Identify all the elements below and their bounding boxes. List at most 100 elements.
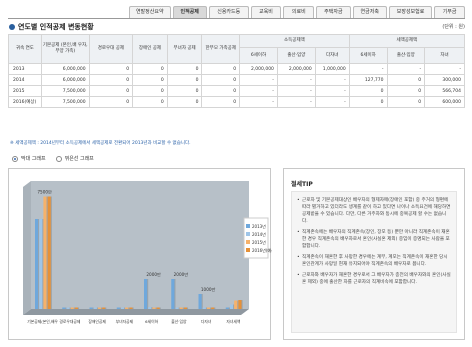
legend-label: 2014년 <box>252 231 266 237</box>
table-cell: - <box>276 85 316 97</box>
header-single-parent: 한부모 가족공제 <box>201 34 241 64</box>
bar-shade <box>201 294 203 309</box>
bar <box>198 294 202 309</box>
deduction-table: 귀속 연도 기본공제 (본인,배 우자,부양 가족) 경로우대 공제 장애인 공… <box>8 34 466 108</box>
bar <box>156 307 160 309</box>
bar-shade <box>147 279 149 309</box>
table-cell: 0 <box>166 74 203 86</box>
tab-housing-fund[interactable]: 주택자금 <box>316 6 351 18</box>
bar-shade <box>124 307 126 309</box>
table-cell: 0 <box>201 85 241 97</box>
header-birth: 출산·입양 <box>276 47 316 64</box>
x-tick-label: 기본공제(본인,배우 <box>27 319 58 324</box>
bar <box>238 300 242 309</box>
table-row: 2016(예상) 7,500,000 0 0 0 0- - -0 0 600,000 <box>8 96 465 108</box>
legend-label: 2016년(예상) <box>252 247 272 253</box>
tab-donation[interactable]: 기부금 <box>434 6 465 18</box>
tab-divider <box>8 18 465 19</box>
line-chart-label: 꺾은선 그래프 <box>64 156 94 162</box>
bar-shade <box>132 307 134 309</box>
table-cell: 0 <box>386 96 426 108</box>
table-cell: 0 <box>201 74 241 86</box>
header-child-tax: 자녀 <box>424 47 465 64</box>
tab-education[interactable]: 교육비 <box>250 6 282 18</box>
table-row: 2015 7,500,000 0 0 0 0- - -0 0 566,704 <box>8 85 465 97</box>
table-cell: 127,770 <box>348 74 388 86</box>
bar-shade <box>214 307 216 309</box>
bar <box>202 307 206 309</box>
bar-shade <box>38 219 40 309</box>
radio-unselected-icon[interactable] <box>55 155 62 162</box>
header-disabled: 장애인 공제 <box>132 34 168 64</box>
data-label: 2000만 <box>174 271 189 277</box>
bar-shade <box>210 307 212 309</box>
legend-swatch <box>246 240 250 244</box>
tip-content: 근로자 및 기본공제대상인 배우자의 형제자매(장애인 포함) 중 주거의 형편… <box>291 191 457 333</box>
legend-swatch <box>246 232 250 236</box>
table-cell: 0 <box>201 63 241 75</box>
table-cell: 2014 <box>8 74 42 86</box>
bar-shade <box>159 307 161 309</box>
table-cell: 0 <box>88 74 134 86</box>
table-cell: - <box>314 74 350 86</box>
bar-shade <box>105 307 107 309</box>
section-header: 연도별 인적공제 변동현황 (단위 : 원) <box>9 21 465 33</box>
bar-shade <box>178 307 180 309</box>
category-tabs: 연말정산요약 인적공제 신용카드등 교육비 의료비 주택자금 연금저축 보장성보… <box>129 6 465 18</box>
table-cell: 7,500,000 <box>40 85 90 97</box>
legend-swatch <box>246 248 250 252</box>
tab-year-end-summary[interactable]: 연말정산요약 <box>129 6 171 18</box>
bar-shade <box>101 307 103 309</box>
bar <box>225 307 229 309</box>
table-cell: 2,000,000 <box>276 63 316 75</box>
line-chart-radio[interactable]: 꺾은선 그래프 <box>55 155 94 162</box>
bar-chart-radio[interactable]: 막대 그래프 <box>12 155 46 162</box>
bar-shade <box>78 307 80 309</box>
tab-medical[interactable]: 의료비 <box>283 6 315 18</box>
bar <box>39 219 43 309</box>
tab-pension-savings[interactable]: 연금저축 <box>352 6 387 18</box>
table-cell: 0 <box>88 96 134 108</box>
tab-credit-card[interactable]: 신용카드등 <box>208 6 249 18</box>
table-cell: - <box>314 85 350 97</box>
table-note: ※ 세액공제액 : 2014년부터 소득공제에서 세액공제로 전환되어 2013… <box>10 141 191 146</box>
bar <box>206 307 211 309</box>
table-cell: 566,704 <box>424 85 465 97</box>
x-tick-label: 부녀자공제 <box>116 319 134 324</box>
table-cell: 0 <box>132 63 168 75</box>
table-cell: - <box>276 96 316 108</box>
tip-item: 직계존속에는 배우자의 직계존속(장인, 장모 등) 뿐만 아니라 직계존속이 … <box>297 229 451 250</box>
table-cell: 300,000 <box>424 74 465 86</box>
x-tick-label: 출산·입양 <box>171 319 187 324</box>
tip-title: 절세TIP <box>291 181 313 188</box>
table-cell: 0 <box>166 85 203 97</box>
tab-insurance[interactable]: 보장성보험료 <box>388 6 433 18</box>
bar <box>171 279 175 309</box>
bar <box>179 307 183 309</box>
bar-shade <box>174 279 176 309</box>
page-title: 연도별 인적공제 변동현황 <box>18 23 94 31</box>
bar <box>120 307 125 309</box>
chart-panel: 기본공제(본인,배우 경로우대공제 장애인공제 부녀자공제 6세이하 출산·입양 다자녀 자녀… <box>8 168 272 340</box>
radio-selected-icon[interactable] <box>12 155 18 162</box>
plot-floor <box>23 309 249 315</box>
tab-personal-deduction[interactable]: 인적공제 <box>172 6 207 18</box>
bar <box>102 307 106 309</box>
bar-shade <box>42 219 44 309</box>
legend-label: 2013년 <box>252 223 266 229</box>
table-cell: 6,000,000 <box>40 63 90 75</box>
table-cell: - <box>276 74 316 86</box>
bar-shade <box>73 307 75 309</box>
table-cell: 600,000 <box>424 96 465 108</box>
table-cell: 2016(예상) <box>8 96 42 108</box>
tip-item: 근로자와 배우자가 재혼한 경우로서 그 배우자가 종전의 배우자와의 혼인(사… <box>297 272 451 286</box>
header-year: 귀속 연도 <box>8 34 42 64</box>
table-cell: 0 <box>166 63 203 75</box>
table-cell: 2013 <box>8 63 42 75</box>
bar-shade <box>151 307 153 309</box>
header-under6-tax: 6세이하 <box>348 47 388 64</box>
data-label: 2000만 <box>146 271 161 277</box>
unit-label: (단위 : 원) <box>442 24 465 30</box>
legend-swatch <box>246 224 250 228</box>
bar <box>89 307 93 309</box>
